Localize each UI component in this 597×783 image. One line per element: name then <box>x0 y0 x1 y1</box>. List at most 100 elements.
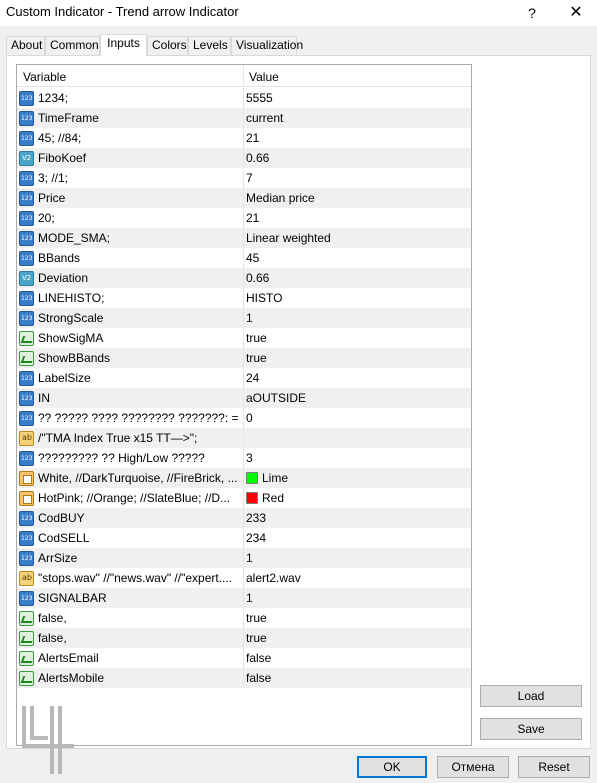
value-cell[interactable]: 233 <box>246 511 466 525</box>
value-cell[interactable]: 24 <box>246 371 466 385</box>
table-row[interactable]: StrongScale 1 <box>17 308 471 328</box>
inputs-grid[interactable]: Variable Value 1234; 5555 TimeFrame current… <box>16 64 472 746</box>
value-cell[interactable]: 234 <box>246 531 466 545</box>
string-icon <box>19 571 34 586</box>
value-cell[interactable]: 21 <box>246 211 466 225</box>
value-cell[interactable]: true <box>246 631 466 645</box>
variable-cell: CodSELL <box>38 531 90 545</box>
value-cell[interactable]: aOUTSIDE <box>246 391 466 405</box>
variable-cell: LabelSize <box>38 371 91 385</box>
value-cell[interactable]: true <box>246 611 466 625</box>
cell-divider <box>243 648 244 668</box>
table-row[interactable]: LabelSize 24 <box>17 368 471 388</box>
reset-button[interactable]: Reset <box>518 756 590 778</box>
value-text: true <box>246 611 267 625</box>
int-icon <box>19 191 34 206</box>
value-cell[interactable]: HISTO <box>246 291 466 305</box>
close-button[interactable]: ✕ <box>562 2 590 24</box>
value-cell[interactable]: 0.66 <box>246 151 466 165</box>
table-row[interactable]: CodBUY 233 <box>17 508 471 528</box>
table-row[interactable]: ShowSigMA true <box>17 328 471 348</box>
table-row[interactable]: Deviation 0.66 <box>17 268 471 288</box>
value-text: aOUTSIDE <box>246 391 307 405</box>
table-row[interactable]: BBands 45 <box>17 248 471 268</box>
save-button[interactable]: Save <box>480 718 582 740</box>
value-cell[interactable]: 3 <box>246 451 466 465</box>
table-row[interactable]: false, true <box>17 628 471 648</box>
table-row[interactable]: Price Median price <box>17 188 471 208</box>
tab-about[interactable]: About <box>6 36 45 55</box>
value-cell[interactable]: 1 <box>246 551 466 565</box>
table-row[interactable]: MODE_SMA; Linear weighted <box>17 228 471 248</box>
table-row[interactable]: 20; 21 <box>17 208 471 228</box>
table-row[interactable]: IN aOUTSIDE <box>17 388 471 408</box>
column-divider[interactable] <box>243 65 244 87</box>
bool-icon <box>19 331 34 346</box>
cancel-button[interactable]: Отмена <box>437 756 509 778</box>
value-cell[interactable]: Median price <box>246 191 466 205</box>
ok-button[interactable]: OK <box>357 756 427 778</box>
tab-common[interactable]: Common <box>45 36 100 55</box>
variable-cell: 20; <box>38 211 55 225</box>
value-text: alert2.wav <box>246 571 301 585</box>
value-cell[interactable]: Linear weighted <box>246 231 466 245</box>
value-cell[interactable]: 0 <box>246 411 466 425</box>
table-row[interactable]: LINEHISTO; HISTO <box>17 288 471 308</box>
table-row[interactable]: ArrSize 1 <box>17 548 471 568</box>
string-icon <box>19 431 34 446</box>
value-cell[interactable]: true <box>246 351 466 365</box>
column-header-variable[interactable]: Variable <box>23 70 66 84</box>
value-cell[interactable]: 1 <box>246 591 466 605</box>
value-cell[interactable]: Red <box>246 491 466 505</box>
value-text: true <box>246 331 267 345</box>
table-row[interactable]: ?? ????? ???? ???????? ???????: =0 -... 0 <box>17 408 471 428</box>
value-cell[interactable]: 7 <box>246 171 466 185</box>
table-row[interactable]: AlertsMobile false <box>17 668 471 688</box>
int-icon <box>19 291 34 306</box>
variable-cell: SIGNALBAR <box>38 591 107 605</box>
table-row[interactable]: HotPink; //Orange; //SlateBlue; //D... Re… <box>17 488 471 508</box>
table-row[interactable]: 45; //84; 21 <box>17 128 471 148</box>
table-row[interactable]: false, true <box>17 608 471 628</box>
value-text: 24 <box>246 371 260 385</box>
tab-visualization[interactable]: Visualization <box>231 36 303 55</box>
table-row[interactable]: SIGNALBAR 1 <box>17 588 471 608</box>
value-text: true <box>246 351 267 365</box>
value-cell[interactable]: 1 <box>246 311 466 325</box>
table-row[interactable]: "stops.wav" //"news.wav" //"expert.... al… <box>17 568 471 588</box>
value-cell[interactable]: false <box>246 671 466 685</box>
variable-cell: 45; //84; <box>38 131 82 145</box>
int-icon <box>19 231 34 246</box>
column-header-value[interactable]: Value <box>249 70 279 84</box>
table-row[interactable]: ShowBBands true <box>17 348 471 368</box>
value-text: 3 <box>246 451 253 465</box>
value-cell[interactable]: Lime <box>246 471 466 485</box>
cell-divider <box>243 568 244 588</box>
value-cell[interactable]: true <box>246 331 466 345</box>
variable-cell: 1234; <box>38 91 69 105</box>
tab-colors[interactable]: Colors <box>147 36 188 55</box>
table-row[interactable]: ????????? ?? High/Low ????? 3 <box>17 448 471 468</box>
value-cell[interactable]: 21 <box>246 131 466 145</box>
value-cell[interactable]: current <box>246 111 466 125</box>
table-row[interactable]: TimeFrame current <box>17 108 471 128</box>
table-row[interactable]: /"TMA Index True x15 TT—>"; <box>17 428 471 448</box>
int-icon <box>19 91 34 106</box>
table-row[interactable]: 1234; 5555 <box>17 88 471 108</box>
table-row[interactable]: CodSELL 234 <box>17 528 471 548</box>
help-button[interactable]: ? <box>520 2 544 24</box>
variable-cell: AlertsMobile <box>38 671 105 685</box>
table-row[interactable]: FiboKoef 0.66 <box>17 148 471 168</box>
table-row[interactable]: 3; //1; 7 <box>17 168 471 188</box>
value-cell[interactable]: alert2.wav <box>246 571 466 585</box>
table-row[interactable]: AlertsEmail false <box>17 648 471 668</box>
value-cell[interactable]: false <box>246 651 466 665</box>
table-row[interactable]: White, //DarkTurquoise, //FireBrick, ...… <box>17 468 471 488</box>
tab-inputs[interactable]: Inputs <box>100 34 147 56</box>
variable-cell: ArrSize <box>38 551 78 565</box>
tab-levels[interactable]: Levels <box>188 36 231 55</box>
load-button[interactable]: Load <box>480 685 582 707</box>
value-cell[interactable]: 0.66 <box>246 271 466 285</box>
value-cell[interactable]: 45 <box>246 251 466 265</box>
value-cell[interactable]: 5555 <box>246 91 466 105</box>
